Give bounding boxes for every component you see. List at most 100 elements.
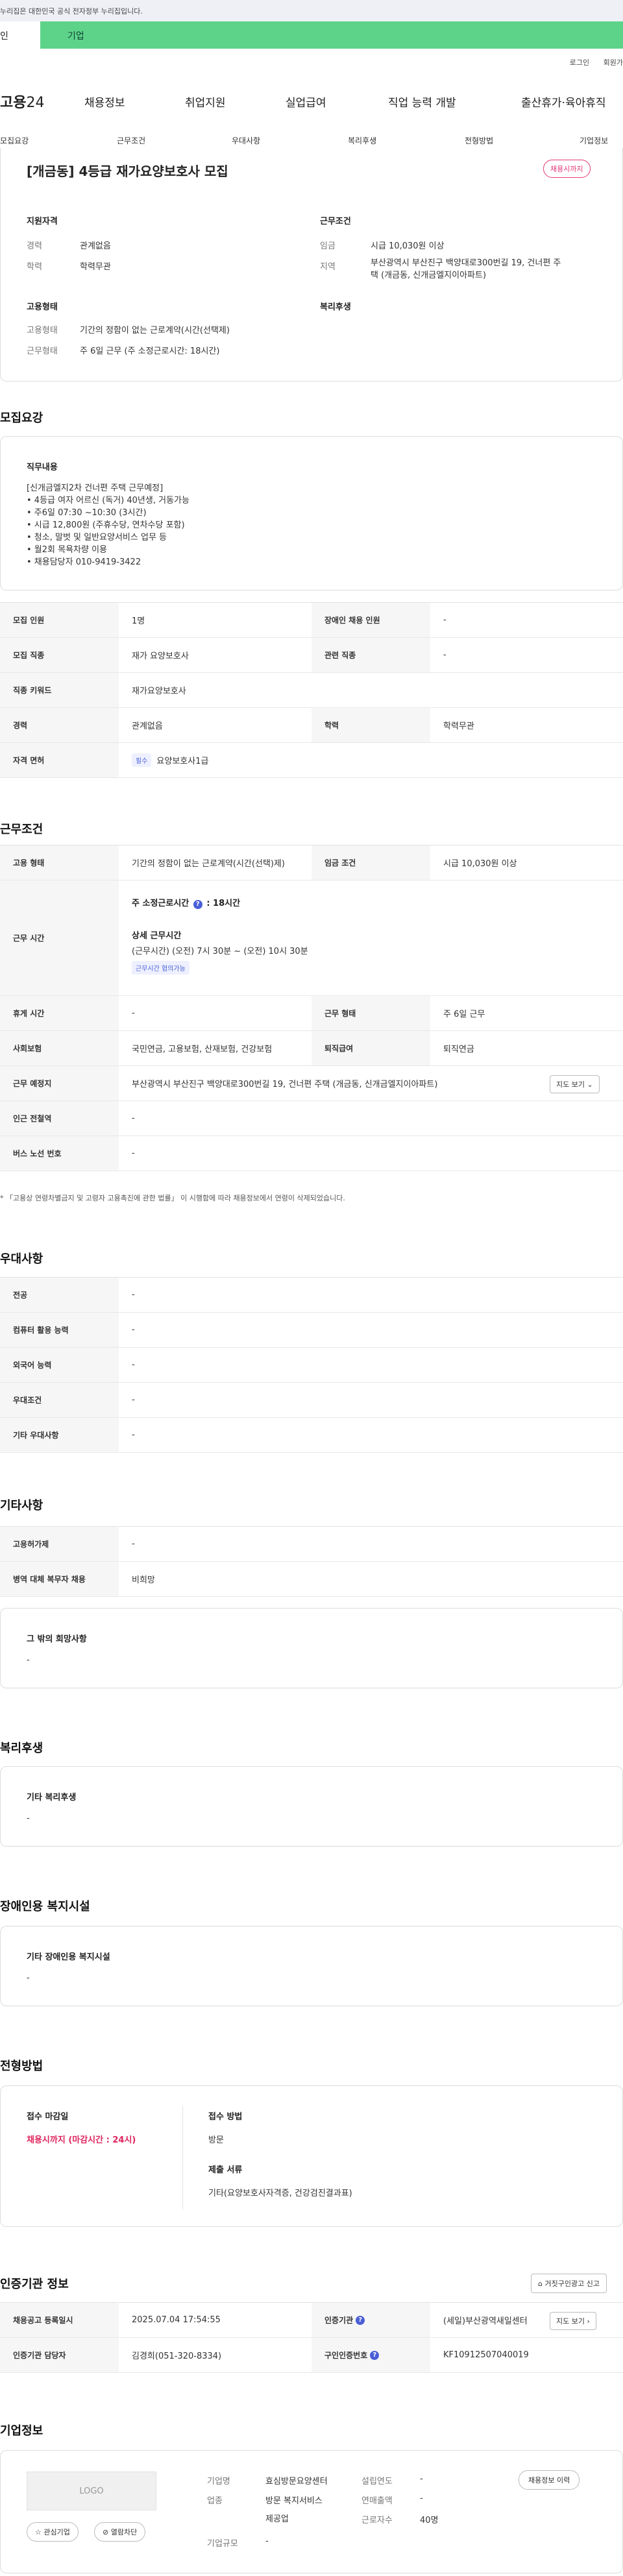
required-chip: 필수	[132, 753, 152, 767]
employment-type-value: 기간의 정함이 없는 근로계약(시간(선택)제)	[132, 859, 286, 869]
company-logo-placeholder: LOGO	[27, 2472, 156, 2510]
weekly-hours: 주 소정근로시간 ? : 18시간	[132, 896, 240, 909]
join-link[interactable]: 회원가	[604, 58, 623, 67]
menu-employment-support[interactable]: 취업지원	[185, 93, 226, 110]
deadline-title: 접수 마감일	[27, 2112, 69, 2122]
major-label: 전공	[0, 1278, 119, 1312]
work-conditions-heading: 근무조건	[320, 217, 351, 226]
subnav-selection[interactable]: 전형방법	[465, 135, 493, 146]
reg-date-label: 채용공고 등록일시	[0, 2303, 119, 2337]
insurance-value: 국민연금, 고용보험, 산재보험, 건강보험	[132, 1045, 273, 1054]
agency-section-title: 인증기관 정보	[0, 2278, 69, 2291]
table-row: 경력 관계없음 학력 학력무관	[0, 708, 623, 743]
table-row: 모집 인원 1명 장애인 채용 인원 -	[0, 603, 623, 638]
reg-date-value: 2025.07.04 17:54:55	[132, 2315, 221, 2325]
keyword-label: 직종 키워드	[0, 673, 119, 707]
welfare-title: 기타 복리후생	[27, 1793, 77, 1803]
table-row: 근무 시간 주 소정근로시간 ? : 18시간 상세 근무시간 (근무시간) (…	[0, 881, 623, 996]
block-company-button[interactable]: ⊘ 열람차단	[94, 2522, 146, 2542]
documents-title: 제출 서류	[208, 2165, 243, 2175]
subnav-company[interactable]: 기업정보	[580, 135, 608, 146]
wage-value: 시급 10,030원 이상	[371, 241, 445, 251]
favorite-company-button[interactable]: ☆ 관심기업	[27, 2522, 79, 2542]
request-number-label: 구인인증번호 ?	[312, 2338, 430, 2372]
job-description-line: • 청소, 말벗 및 일반요양서비스 업무 등	[27, 533, 167, 542]
other-preference-label: 기타 우대사항	[0, 1418, 119, 1452]
retirement-label: 퇴직급여	[312, 1031, 430, 1065]
user-type-tabs: 인 기업	[0, 21, 623, 49]
area-label: 지역	[320, 262, 336, 272]
job-description-line: • 시급 12,800원 (주휴수당, 연차수당 포함)	[27, 520, 185, 530]
subnav-welfare[interactable]: 복리후생	[348, 135, 376, 146]
info-icon[interactable]: ?	[370, 2350, 380, 2360]
map-button-label: 지도 보기	[556, 1080, 585, 1089]
job-description-body: [신개금엘지2차 건너편 주택 근무예정] • 4등급 여자 어르신 (독거) …	[27, 482, 189, 568]
job-description-line: • 채용담당자 010-9419-3422	[27, 557, 141, 567]
agency-label-text: 인증기관	[324, 2316, 354, 2325]
age-notice: * 「고용상 연령차별금지 및 고령자 고용촉진에 관한 법률」 이 시행함에 …	[0, 1194, 345, 1202]
info-icon[interactable]: ?	[193, 900, 202, 909]
map-button[interactable]: 지도 보기 ⌄	[550, 1075, 600, 1093]
industry-value-line2: 제공업	[265, 2514, 289, 2524]
table-row: 채용공고 등록일시 2025.07.04 17:54:55 인증기관 ? (세일…	[0, 2303, 623, 2338]
table-row: 기타 우대사항 -	[0, 1418, 623, 1453]
company-card: LOGO ☆ 관심기업 ⊘ 열람차단 기업명 효심방문요양센터 업종 방문 복지…	[0, 2450, 623, 2573]
recruit-section-title: 모집요강	[0, 411, 43, 425]
subnav-preference[interactable]: 우대사항	[232, 135, 260, 146]
table-row: 전공 -	[0, 1278, 623, 1313]
work-form-value: 주 6일 근무 (주 소정근로시간: 18시간)	[80, 346, 220, 356]
gov-banner: 누리집은 대한민국 공식 전자정부 누리집입니다.	[0, 0, 623, 21]
recruit-history-button[interactable]: 채용정보 이력	[519, 2470, 580, 2490]
table-row: 근무 예정지 부산광역시 부산진구 백양대로300번길 19, 건너편 주택 (…	[0, 1066, 623, 1101]
company-size-label: 기업규모	[207, 2539, 238, 2549]
career-value: 관계없음	[80, 241, 111, 251]
founded-label: 설립연도	[361, 2477, 393, 2486]
license-value: 요양보호사1급	[156, 757, 209, 766]
tab-company[interactable]: 기업	[40, 21, 623, 49]
flex-hours-chip: 근무시간 협의가능	[132, 961, 189, 975]
subnav-recruit[interactable]: 모집요강	[0, 135, 29, 146]
logo-number: 24	[26, 95, 45, 111]
company-size-value: -	[265, 2536, 269, 2546]
bus-label: 버스 노선 번호	[0, 1136, 119, 1171]
report-fake-ad-button[interactable]: ⌂ 거짓구인광고 신고	[531, 2274, 607, 2293]
table-row: 인근 전철역 -	[0, 1101, 623, 1136]
info-icon[interactable]: ?	[356, 2315, 365, 2325]
job-description-line: • 월2회 목욕차량 이용	[27, 545, 108, 555]
work-form-label: 근무형태	[27, 346, 58, 356]
agency-map-button[interactable]: 지도 보기 ›	[550, 2312, 596, 2330]
login-link[interactable]: 로그인	[570, 58, 589, 67]
weekly-hours-value: : 18시간	[206, 899, 241, 908]
work-form-label: 근무 형태	[312, 996, 430, 1030]
qualification-heading: 지원자격	[27, 217, 58, 226]
table-row: 자격 면허 필수 요양보호사1급	[0, 743, 623, 778]
menu-jobs[interactable]: 채용정보	[84, 93, 125, 110]
subnav-conditions[interactable]: 근무조건	[117, 135, 145, 146]
headcount-label: 모집 인원	[0, 603, 119, 637]
tab-personal[interactable]: 인	[0, 21, 40, 49]
home-icon: ⌂	[538, 2279, 543, 2288]
detail-hours-title: 상세 근무시간	[132, 931, 182, 941]
career-label: 경력	[27, 241, 42, 251]
detail-hours-value: (근무시간) (오전) 7시 30분 ~ (오전) 10시 30분	[132, 947, 308, 956]
military-service-label: 병역 대체 복무자 채용	[0, 1562, 119, 1596]
chevron-down-icon: ⌄	[587, 1080, 593, 1089]
menu-unemployment-benefit[interactable]: 실업급여	[286, 93, 326, 110]
break-time-label: 휴게 시간	[0, 996, 119, 1030]
military-service-value: 비희망	[132, 1575, 155, 1585]
manager-value: 김경희(051-320-8334)	[132, 2351, 222, 2361]
other-table: 고용허가제 - 병역 대체 복무자 채용 비희망	[0, 1526, 623, 1597]
method-value: 방문	[208, 2135, 224, 2145]
subway-label: 인근 전철역	[0, 1101, 119, 1136]
bus-value: -	[132, 1148, 135, 1158]
menu-parental-leave[interactable]: 출산휴가·육아휴직	[521, 93, 606, 110]
occupation-label: 모집 직종	[0, 638, 119, 672]
subway-value: -	[132, 1113, 135, 1123]
company-section-title: 기업정보	[0, 2424, 43, 2438]
disabled-headcount-value: -	[443, 615, 446, 625]
major-value: -	[132, 1290, 135, 1300]
education-label: 학력	[312, 708, 430, 742]
menu-vocational-training[interactable]: 직업 능력 개발	[388, 93, 456, 110]
site-logo[interactable]: 고용24	[0, 91, 44, 112]
preference-table: 전공 - 컴퓨터 활용 능력 - 외국어 능력 - 우대조건 - 기타 우대사항…	[0, 1277, 623, 1453]
